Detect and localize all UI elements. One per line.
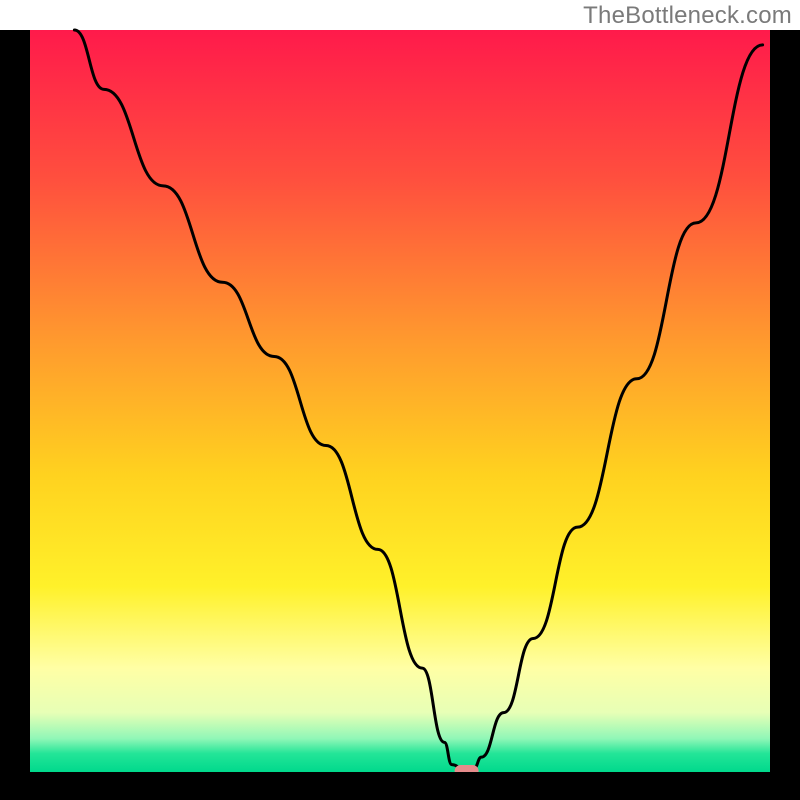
plot-background (30, 30, 770, 772)
chart-container: TheBottleneck.com (0, 0, 800, 800)
frame-bottom (0, 772, 800, 800)
watermark-text: TheBottleneck.com (583, 2, 792, 30)
frame-left (0, 30, 30, 800)
frame-right (770, 30, 800, 800)
bottleneck-chart (0, 0, 800, 800)
